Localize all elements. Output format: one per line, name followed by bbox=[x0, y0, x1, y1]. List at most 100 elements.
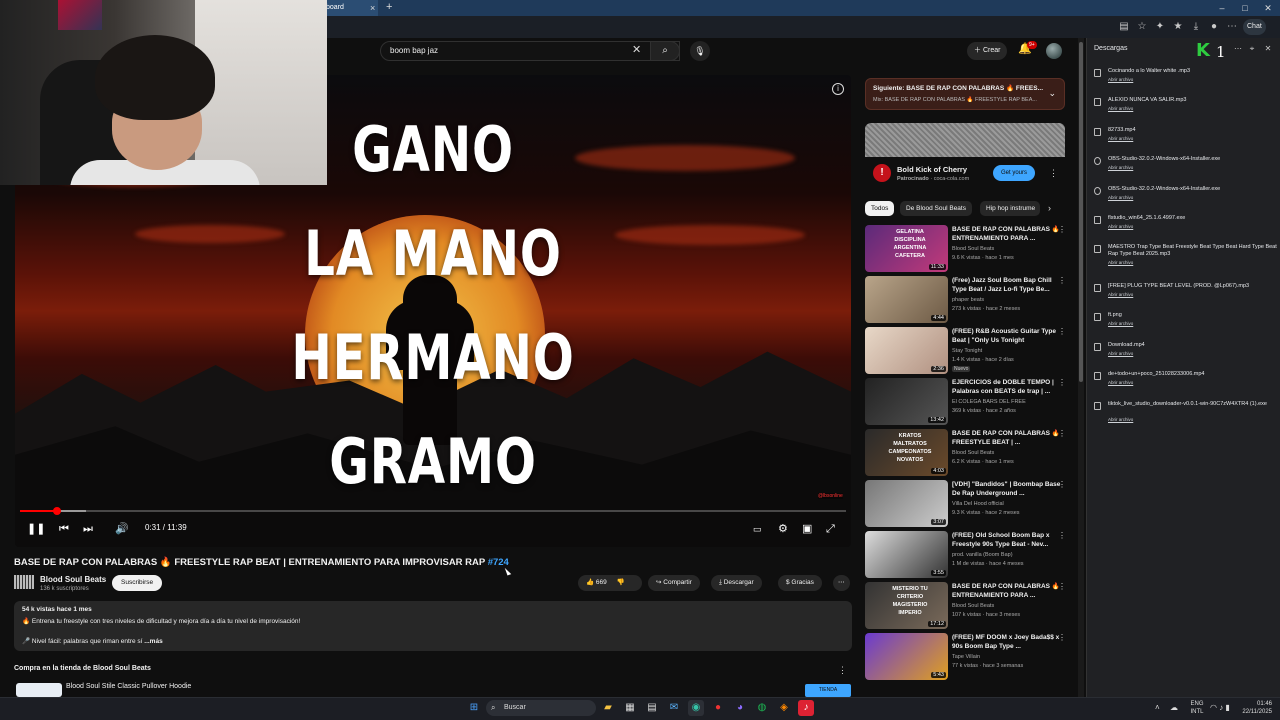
edge-browser-icon[interactable]: ◉ bbox=[688, 700, 704, 716]
recommendation-item[interactable]: 13:42 EJERCICIOS de DOBLE TEMPO | Palabra… bbox=[865, 378, 1075, 427]
next-icon[interactable]: ⏭ bbox=[83, 521, 93, 537]
recommendation-title[interactable]: (FREE) Old School Boom Bap x Freestyle 9… bbox=[952, 531, 1062, 549]
recommendation-item[interactable]: GELATINA DISCIPLINA ARGENTINA CAFETERA 11… bbox=[865, 225, 1075, 274]
voice-search-icon[interactable]: 🎙 bbox=[690, 41, 710, 61]
video-thumbnail[interactable]: 5:43 bbox=[865, 633, 948, 680]
browser-tab[interactable]: board bbox=[318, 0, 378, 16]
recommendation-channel[interactable]: Blood Soul Beats bbox=[952, 450, 994, 456]
downloads-icon[interactable]: ⤓ bbox=[1188, 19, 1204, 35]
share-button[interactable]: ↪ Compartir bbox=[648, 575, 700, 591]
recommendation-menu-icon[interactable]: ⋮ bbox=[1058, 429, 1066, 438]
recommendation-menu-icon[interactable]: ⋮ bbox=[1058, 327, 1066, 336]
settings-gear-icon[interactable]: ⚙ bbox=[778, 521, 788, 537]
extension-icon[interactable]: ✦ bbox=[1152, 19, 1168, 35]
minimize-button[interactable]: – bbox=[1212, 0, 1232, 16]
chevron-down-icon[interactable]: ⌄ bbox=[1048, 88, 1056, 99]
search-button[interactable]: ⌕ bbox=[650, 41, 680, 61]
progress-scrubber[interactable] bbox=[53, 507, 61, 515]
open-file-link[interactable]: Abrir archivo bbox=[1108, 106, 1133, 111]
file-explorer-icon[interactable]: ▰ bbox=[600, 700, 616, 716]
previous-icon[interactable]: ⏮ bbox=[59, 521, 69, 537]
close-panel-icon[interactable]: ✕ bbox=[1260, 41, 1276, 57]
open-file-link[interactable]: Abrir archivo bbox=[1108, 292, 1133, 297]
language-indicator[interactable]: ENG INTL bbox=[1186, 700, 1208, 716]
fullscreen-icon[interactable]: ⤢ bbox=[826, 521, 835, 537]
pause-icon[interactable]: ❚❚ bbox=[27, 521, 45, 537]
recommendation-title[interactable]: BASE DE RAP CON PALABRAS 🔥 ENTRENAMIENTO… bbox=[952, 225, 1062, 243]
start-windows-icon[interactable]: ⊞ bbox=[466, 700, 482, 716]
recommendation-item[interactable]: MISTERIO TU CRITERIO MAGISTERIO IMPERIO 1… bbox=[865, 582, 1075, 631]
channel-name[interactable]: Blood Soul Beats bbox=[40, 575, 106, 584]
recommendation-channel[interactable]: Stay Tonight bbox=[952, 348, 982, 354]
recommendation-item[interactable]: 4:44 (Free) Jazz Soul Boom Bap Chill Type… bbox=[865, 276, 1075, 325]
open-file-link[interactable]: Abrir archivo bbox=[1108, 77, 1133, 82]
video-thumbnail[interactable]: 4:44 bbox=[865, 276, 948, 323]
chip-all[interactable]: Todos bbox=[865, 201, 895, 216]
recommendation-channel[interactable]: Blood Soul Beats bbox=[952, 603, 994, 609]
chip-channel[interactable]: De Blood Soul Beats bbox=[900, 201, 972, 216]
download-button[interactable]: ⤓ Descargar bbox=[711, 575, 762, 591]
recommendation-title[interactable]: (Free) Jazz Soul Boom Bap Chill Type Bea… bbox=[952, 276, 1062, 294]
obs-record-icon[interactable]: ● bbox=[710, 700, 726, 716]
recommendation-channel[interactable]: phaper beats bbox=[952, 297, 984, 303]
recommendation-menu-icon[interactable]: ⋮ bbox=[1058, 531, 1066, 540]
recommendation-item[interactable]: 3:55 (FREE) Old School Boom Bap x Freesty… bbox=[865, 531, 1075, 580]
recommendation-title[interactable]: (FREE) MF DOOM x Joey Bada$$ x 90s Boom … bbox=[952, 633, 1062, 651]
recommendation-title[interactable]: (FREE) R&B Acoustic Guitar Type Beat | "… bbox=[952, 327, 1062, 345]
wifi-icon[interactable]: ◠ ♪ ▮ bbox=[1210, 700, 1230, 716]
open-file-link[interactable]: Abrir archivo bbox=[1108, 260, 1133, 265]
tab-close-icon[interactable]: × bbox=[370, 0, 375, 16]
ad-title[interactable]: Bold Kick of Cherry bbox=[897, 165, 967, 174]
recommendation-item[interactable]: KRATOS MALTRATOS CAMPEONATOS NOVATOS 4:03… bbox=[865, 429, 1075, 478]
subscribe-button[interactable]: Suscribirse bbox=[112, 575, 163, 591]
notepad-icon[interactable]: ▤ bbox=[644, 700, 660, 716]
shop-button[interactable]: TIENDA bbox=[805, 684, 851, 697]
recommendation-title[interactable]: BASE DE RAP CON PALABRAS 🔥 ENTRENAMIENTO… bbox=[952, 582, 1062, 600]
clock[interactable]: 01:46 22/11/2025 bbox=[1236, 700, 1272, 716]
ad-menu-icon[interactable]: ⋮ bbox=[1049, 168, 1058, 179]
recommendation-menu-icon[interactable]: ⋮ bbox=[1058, 633, 1066, 642]
clear-search-icon[interactable]: ✕ bbox=[632, 43, 641, 56]
scrollbar-thumb[interactable] bbox=[1079, 42, 1083, 382]
open-file-link[interactable]: Abrir archivo bbox=[1108, 417, 1133, 422]
open-file-link[interactable]: Abrir archivo bbox=[1108, 136, 1133, 141]
open-file-link[interactable]: Abrir archivo bbox=[1108, 165, 1133, 170]
channel-avatar[interactable] bbox=[14, 575, 34, 589]
recommendation-menu-icon[interactable]: ⋮ bbox=[1058, 225, 1066, 234]
ad-banner[interactable] bbox=[865, 123, 1065, 157]
video-thumbnail[interactable]: 3:07 bbox=[865, 480, 948, 527]
recommendation-menu-icon[interactable]: ⋮ bbox=[1058, 378, 1066, 387]
account-avatar[interactable] bbox=[1046, 43, 1062, 59]
volume-icon[interactable]: 🔊 bbox=[115, 521, 129, 537]
open-file-link[interactable]: Abrir archivo bbox=[1108, 380, 1133, 385]
recommendation-channel[interactable]: Tape Villain bbox=[952, 654, 980, 660]
close-window-button[interactable]: ✕ bbox=[1258, 0, 1278, 16]
favorites-icon[interactable]: ★ bbox=[1170, 19, 1186, 35]
pin-icon[interactable]: ⌖ bbox=[1244, 41, 1260, 57]
open-file-link[interactable]: Abrir archivo bbox=[1108, 195, 1133, 200]
product-image[interactable] bbox=[16, 683, 62, 697]
cloud-tray-icon[interactable]: ☁ bbox=[1170, 700, 1178, 716]
recommendation-channel[interactable]: prod. vanilla (Boom Bap) bbox=[952, 552, 1013, 558]
favorite-star-icon[interactable]: ☆ bbox=[1134, 19, 1150, 35]
chip-hiphop[interactable]: Hip hop instrume bbox=[980, 201, 1040, 216]
ad-cta-button[interactable]: Get yours bbox=[993, 165, 1036, 181]
progress-bar[interactable] bbox=[20, 510, 846, 512]
recommendation-title[interactable]: BASE DE RAP CON PALABRAS 🔥 FREESTYLE BEA… bbox=[952, 429, 1062, 447]
video-thumbnail[interactable]: GELATINA DISCIPLINA ARGENTINA CAFETERA 11… bbox=[865, 225, 948, 272]
recommendation-channel[interactable]: Villa Del Hood official bbox=[952, 501, 1004, 507]
recommendation-channel[interactable]: Blood Soul Beats bbox=[952, 246, 994, 252]
thanks-button[interactable]: $ Gracias bbox=[778, 575, 822, 591]
discord-icon[interactable]: ◕ bbox=[732, 700, 748, 716]
info-icon[interactable]: i bbox=[832, 83, 844, 95]
new-tab-button[interactable]: + bbox=[386, 0, 392, 15]
tray-overflow-icon[interactable]: ˄ bbox=[1155, 700, 1160, 716]
description-box[interactable]: 54 k vistas hace 1 mes 🔥 Entrena tu free… bbox=[14, 601, 852, 651]
maximize-button[interactable]: □ bbox=[1235, 0, 1255, 16]
profile-icon[interactable]: ● bbox=[1206, 19, 1222, 35]
show-more-link[interactable]: ...más bbox=[144, 638, 162, 645]
video-thumbnail[interactable]: 13:42 bbox=[865, 378, 948, 425]
up-next-panel[interactable]: Siguiente: BASE DE RAP CON PALABRAS 🔥 FR… bbox=[865, 78, 1065, 110]
chevron-right-icon[interactable]: › bbox=[1048, 203, 1051, 213]
video-thumbnail[interactable]: MISTERIO TU CRITERIO MAGISTERIO IMPERIO 1… bbox=[865, 582, 948, 629]
